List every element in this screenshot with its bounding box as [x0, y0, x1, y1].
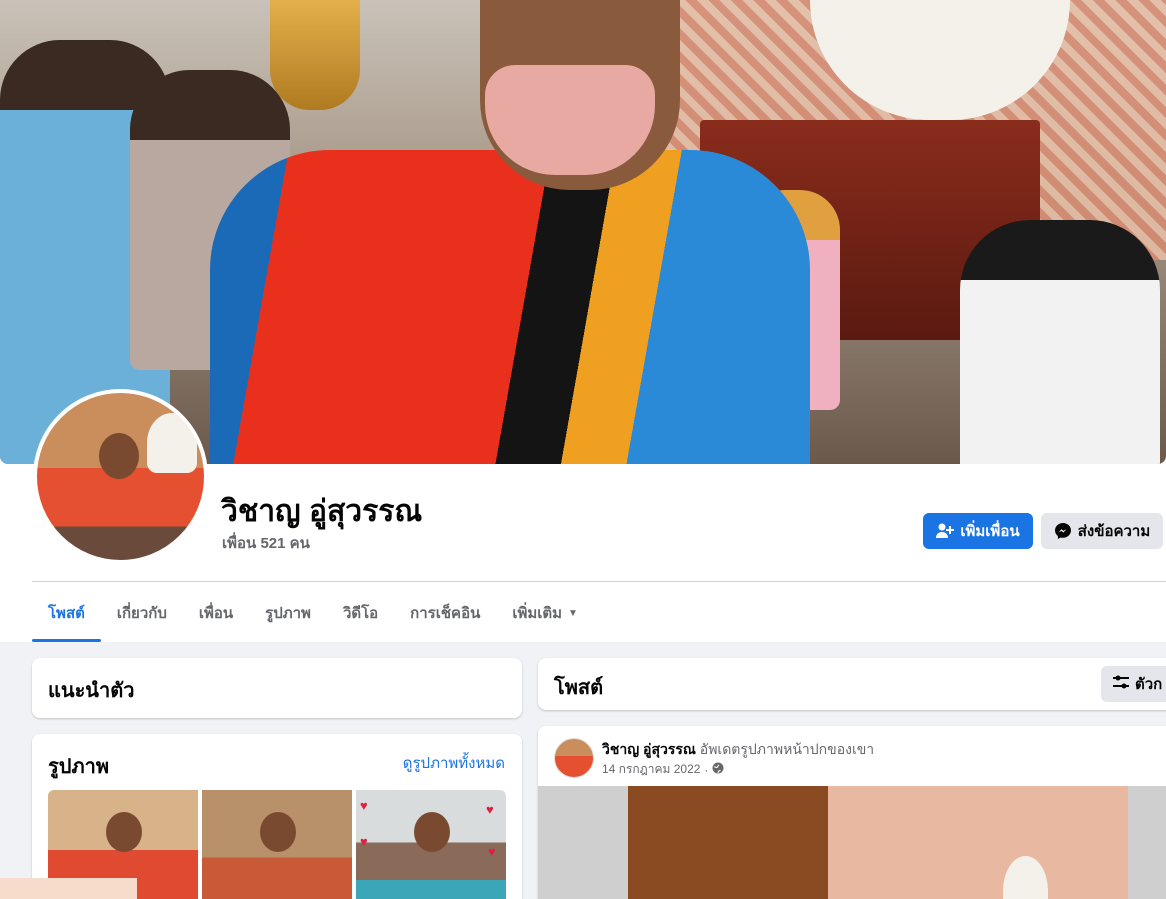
tab-about[interactable]: เกี่ยวกับ	[101, 584, 183, 642]
photos-card: รูปภาพ ดูรูปภาพทั้งหมด ♥ ♥ ♥ ♥	[32, 734, 522, 899]
cover-person-right	[960, 220, 1160, 464]
heart-icon: ♥	[360, 798, 368, 813]
photo-thumbnail[interactable]: ♥ ♥ ♥ ♥	[356, 790, 506, 899]
post-image-content	[628, 786, 1128, 899]
cover-photo[interactable]	[0, 0, 1166, 464]
header-divider	[32, 581, 1166, 582]
post-author-name[interactable]: วิชาญ อู่สุวรรณ	[602, 741, 696, 757]
heart-icon: ♥	[360, 834, 368, 849]
tab-checkins[interactable]: การเช็คอิน	[394, 584, 496, 642]
tab-more-label: เพิ่มเติม	[512, 605, 563, 622]
photo-face	[414, 812, 450, 852]
post-header-line: วิชาญ อู่สุวรรณ อัพเดตรูปภาพหน้าปกของเขา	[602, 739, 874, 761]
photos-title: รูปภาพ	[48, 756, 110, 778]
tab-posts[interactable]: โพสต์	[32, 584, 101, 642]
intro-title: แนะนำตัว	[48, 680, 135, 702]
messenger-icon	[1054, 522, 1072, 540]
post-card: วิชาญ อู่สุวรรณ อัพเดตรูปภาพหน้าปกของเขา…	[538, 726, 1166, 899]
message-button[interactable]: ส่งข้อความ	[1041, 513, 1163, 549]
add-friend-icon	[936, 523, 955, 539]
filters-label: ตัวก	[1135, 676, 1163, 693]
tab-friends[interactable]: เพื่อน	[183, 584, 249, 642]
friends-count[interactable]: เพื่อน 521 คน	[222, 531, 310, 555]
post-image[interactable]	[538, 786, 1166, 899]
post-author-avatar[interactable]	[554, 738, 594, 778]
photo-face	[260, 812, 296, 852]
profile-tabs: โพสต์ เกี่ยวกับ เพื่อน รูปภาพ วิดีโอ การ…	[32, 584, 594, 642]
globe-icon	[712, 762, 724, 777]
add-friend-button[interactable]: เพิ่มเพื่อน	[923, 513, 1033, 549]
tab-videos[interactable]: วิดีโอ	[327, 584, 394, 642]
post-date[interactable]: 14 กรกฎาคม 2022	[602, 760, 700, 779]
avatar-face	[99, 433, 139, 479]
cover-shirt	[210, 150, 810, 464]
photo-face	[106, 812, 142, 852]
caret-down-icon: ▼	[568, 607, 578, 619]
post-action-text: อัพเดตรูปภาพหน้าปกของเขา	[699, 741, 875, 757]
tab-photos[interactable]: รูปภาพ	[249, 584, 327, 642]
filter-icon	[1113, 675, 1129, 693]
post-meta-separator: ·	[704, 762, 709, 777]
cover-face-mask	[485, 65, 655, 175]
profile-picture[interactable]	[33, 389, 208, 564]
avatar-statue	[147, 413, 197, 473]
photo-thumbnail[interactable]	[202, 790, 352, 899]
corner-overlay	[0, 878, 137, 899]
tab-more[interactable]: เพิ่มเติม ▼	[496, 584, 594, 642]
heart-icon: ♥	[486, 802, 494, 817]
post-meta: 14 กรกฎาคม 2022 ·	[602, 760, 724, 779]
message-label: ส่งข้อความ	[1077, 523, 1151, 540]
posts-title: โพสต์	[554, 677, 604, 699]
filters-button[interactable]: ตัวก	[1101, 666, 1166, 702]
intro-card: แนะนำตัว	[32, 658, 522, 718]
heart-icon: ♥	[488, 844, 496, 859]
posts-header-card: โพสต์ ตัวก	[538, 658, 1166, 710]
add-friend-label: เพิ่มเพื่อน	[960, 523, 1020, 540]
see-all-photos-link[interactable]: ดูรูปภาพทั้งหมด	[403, 751, 505, 775]
cover-main-person	[210, 0, 810, 464]
profile-name: วิชาญ อู่สุวรรณ	[221, 495, 423, 528]
